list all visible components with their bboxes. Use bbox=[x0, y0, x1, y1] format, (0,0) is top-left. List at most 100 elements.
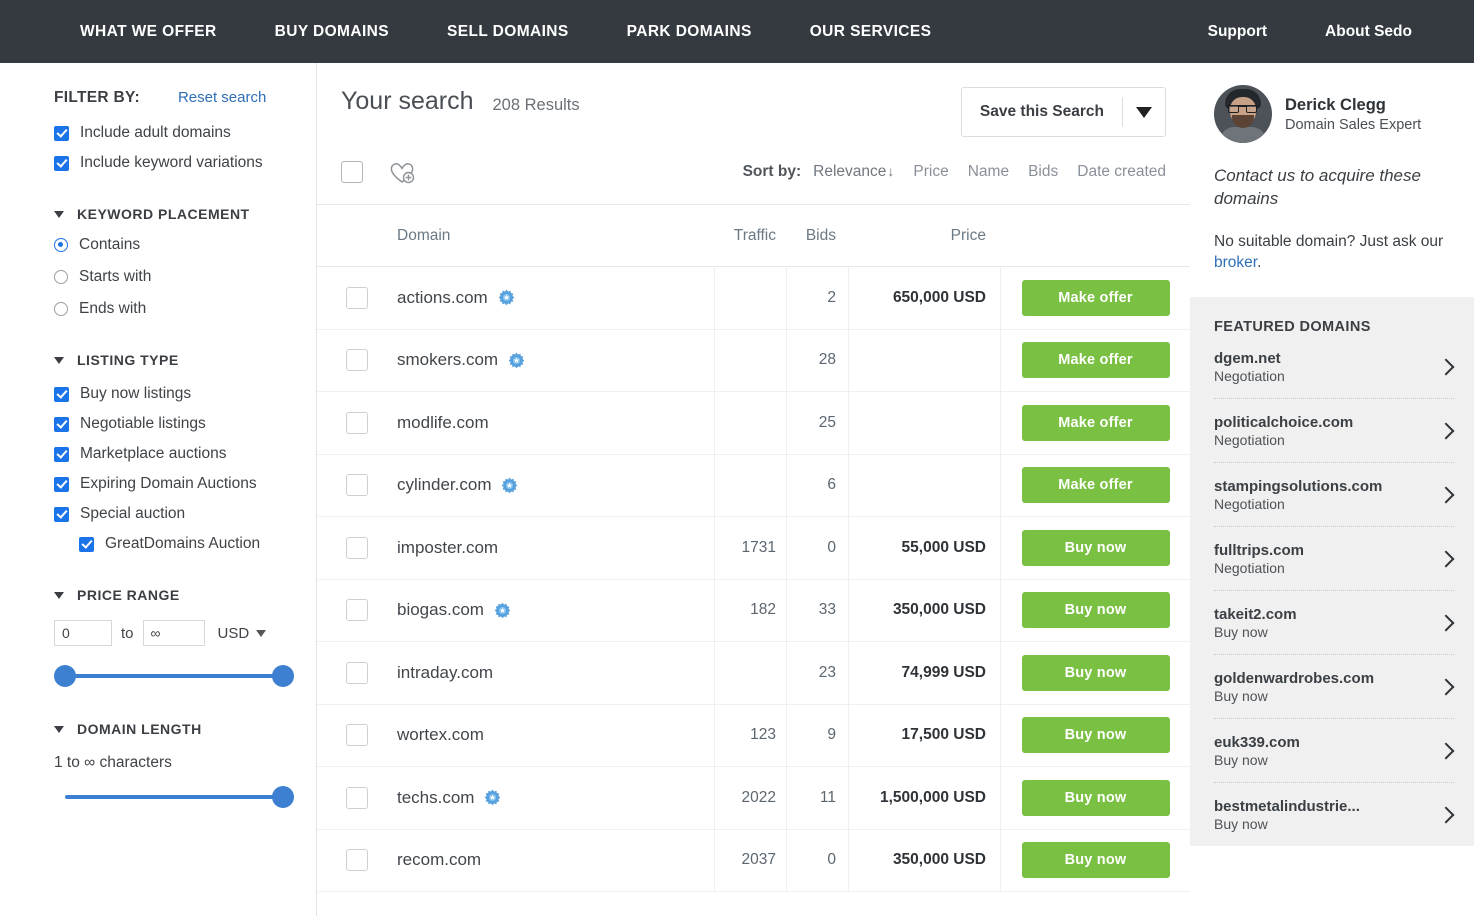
make-offer-button[interactable]: Make offer bbox=[1022, 280, 1170, 316]
buy-now-button[interactable]: Buy now bbox=[1022, 842, 1170, 878]
filter-checkbox-row[interactable]: GreatDomains Auction bbox=[54, 535, 294, 553]
buy-now-button[interactable]: Buy now bbox=[1022, 655, 1170, 691]
domain-name-link[interactable]: smokers.com bbox=[397, 350, 498, 370]
nav-item-3[interactable]: PARK DOMAINS bbox=[598, 23, 781, 41]
chevron-down-icon[interactable] bbox=[54, 592, 64, 599]
keyword-placement-group-header[interactable]: KEYWORD PLACEMENT bbox=[54, 206, 294, 222]
checkbox-checked-icon[interactable] bbox=[54, 507, 69, 522]
domain-length-group-header[interactable]: DOMAIN LENGTH bbox=[54, 721, 294, 737]
checkbox-checked-icon[interactable] bbox=[54, 417, 69, 432]
row-checkbox[interactable] bbox=[346, 787, 368, 809]
row-checkbox[interactable] bbox=[346, 849, 368, 871]
chevron-right-icon[interactable] bbox=[1438, 548, 1454, 570]
row-checkbox[interactable] bbox=[346, 662, 368, 684]
checkbox-checked-icon[interactable] bbox=[54, 387, 69, 402]
table-row[interactable]: techs.com2022111,500,000 USDBuy now bbox=[317, 767, 1190, 830]
sort-option-name[interactable]: Name bbox=[968, 163, 1009, 180]
nav-item-0[interactable]: WHAT WE OFFER bbox=[80, 23, 246, 41]
row-checkbox[interactable] bbox=[346, 349, 368, 371]
save-search-chevron-down-icon[interactable] bbox=[1123, 88, 1165, 136]
domain-name-link[interactable]: actions.com bbox=[397, 288, 488, 308]
filter-checkbox-row[interactable]: Expiring Domain Auctions bbox=[54, 475, 294, 493]
chevron-right-icon[interactable] bbox=[1438, 420, 1454, 442]
table-row[interactable]: cylinder.com6Make offer bbox=[317, 455, 1190, 518]
chevron-right-icon[interactable] bbox=[1438, 676, 1454, 698]
featured-domain-item[interactable]: stampingsolutions.comNegotiation bbox=[1214, 463, 1454, 527]
buy-now-button[interactable]: Buy now bbox=[1022, 530, 1170, 566]
nav-item-2[interactable]: SELL DOMAINS bbox=[418, 23, 598, 41]
keyword-placement-option[interactable]: Ends with bbox=[54, 300, 294, 318]
make-offer-button[interactable]: Make offer bbox=[1022, 342, 1170, 378]
domain-name-link[interactable]: intraday.com bbox=[397, 663, 493, 683]
domain-name-link[interactable]: imposter.com bbox=[397, 538, 498, 558]
checkbox-checked-icon[interactable] bbox=[54, 447, 69, 462]
row-checkbox[interactable] bbox=[346, 724, 368, 746]
chevron-right-icon[interactable] bbox=[1438, 740, 1454, 762]
price-min-input[interactable] bbox=[54, 620, 112, 646]
row-checkbox[interactable] bbox=[346, 287, 368, 309]
table-row[interactable]: biogas.com18233350,000 USDBuy now bbox=[317, 580, 1190, 643]
row-checkbox[interactable] bbox=[346, 474, 368, 496]
buy-now-button[interactable]: Buy now bbox=[1022, 780, 1170, 816]
sort-direction-down-icon[interactable]: ↓ bbox=[887, 163, 894, 179]
featured-domain-item[interactable]: dgem.netNegotiation bbox=[1214, 335, 1454, 399]
table-row[interactable]: imposter.com1731055,000 USDBuy now bbox=[317, 517, 1190, 580]
row-checkbox[interactable] bbox=[346, 537, 368, 559]
make-offer-button[interactable]: Make offer bbox=[1022, 467, 1170, 503]
featured-domain-item[interactable]: politicalchoice.comNegotiation bbox=[1214, 399, 1454, 463]
checkbox-checked-icon[interactable] bbox=[54, 126, 69, 141]
sort-option-price[interactable]: Price bbox=[913, 163, 948, 180]
table-row[interactable]: smokers.com28Make offer bbox=[317, 330, 1190, 393]
domain-name-link[interactable]: techs.com bbox=[397, 788, 474, 808]
nav-right-item-1[interactable]: About Sedo bbox=[1267, 23, 1412, 41]
broker-link[interactable]: broker bbox=[1214, 254, 1257, 271]
price-max-input[interactable] bbox=[143, 620, 205, 646]
row-checkbox[interactable] bbox=[346, 599, 368, 621]
domain-name-link[interactable]: wortex.com bbox=[397, 725, 484, 745]
table-row[interactable]: recom.com20370350,000 USDBuy now bbox=[317, 830, 1190, 893]
sort-option-date-created[interactable]: Date created bbox=[1077, 163, 1166, 180]
chevron-down-icon[interactable] bbox=[54, 211, 64, 218]
table-row[interactable]: intraday.com2374,999 USDBuy now bbox=[317, 642, 1190, 705]
checkbox-checked-icon[interactable] bbox=[79, 537, 94, 552]
chevron-right-icon[interactable] bbox=[1438, 356, 1454, 378]
table-row[interactable]: actions.com2650,000 USDMake offer bbox=[317, 267, 1190, 330]
domain-name-link[interactable]: recom.com bbox=[397, 850, 481, 870]
make-offer-button[interactable]: Make offer bbox=[1022, 405, 1170, 441]
filter-checkbox-row[interactable]: Include keyword variations bbox=[54, 154, 294, 172]
chevron-down-icon[interactable] bbox=[54, 357, 64, 364]
add-to-watchlist-icon[interactable] bbox=[387, 157, 417, 187]
chevron-right-icon[interactable] bbox=[1438, 484, 1454, 506]
featured-domain-item[interactable]: euk339.comBuy now bbox=[1214, 719, 1454, 783]
save-this-search-button[interactable]: Save this Search bbox=[961, 87, 1166, 137]
featured-domain-item[interactable]: takeit2.comBuy now bbox=[1214, 591, 1454, 655]
chevron-right-icon[interactable] bbox=[1438, 804, 1454, 826]
keyword-placement-option[interactable]: Starts with bbox=[54, 268, 294, 286]
radio-unselected-icon[interactable] bbox=[54, 302, 68, 316]
domain-name-link[interactable]: modlife.com bbox=[397, 413, 489, 433]
chevron-down-icon[interactable] bbox=[54, 726, 64, 733]
radio-selected-icon[interactable] bbox=[54, 238, 68, 252]
reset-search-link[interactable]: Reset search bbox=[178, 89, 266, 106]
featured-domain-item[interactable]: bestmetalindustrie...Buy now bbox=[1214, 783, 1454, 846]
domain-name-link[interactable]: cylinder.com bbox=[397, 475, 491, 495]
row-checkbox[interactable] bbox=[346, 412, 368, 434]
filter-checkbox-row[interactable]: Buy now listings bbox=[54, 385, 294, 403]
table-row[interactable]: wortex.com123917,500 USDBuy now bbox=[317, 705, 1190, 768]
buy-now-button[interactable]: Buy now bbox=[1022, 592, 1170, 628]
radio-unselected-icon[interactable] bbox=[54, 270, 68, 284]
domain-length-slider-handle[interactable] bbox=[272, 786, 294, 808]
select-all-checkbox[interactable] bbox=[341, 161, 363, 183]
nav-right-item-0[interactable]: Support bbox=[1150, 23, 1267, 41]
currency-chevron-down-icon[interactable] bbox=[256, 630, 266, 637]
nav-item-4[interactable]: OUR SERVICES bbox=[781, 23, 961, 41]
featured-domain-item[interactable]: goldenwardrobes.comBuy now bbox=[1214, 655, 1454, 719]
keyword-placement-option[interactable]: Contains bbox=[54, 236, 294, 254]
price-slider-min-handle[interactable] bbox=[54, 665, 76, 687]
domain-length-slider[interactable] bbox=[54, 786, 294, 808]
price-slider-max-handle[interactable] bbox=[272, 665, 294, 687]
sort-option-relevance[interactable]: Relevance↓ bbox=[813, 163, 894, 180]
checkbox-checked-icon[interactable] bbox=[54, 477, 69, 492]
sort-option-bids[interactable]: Bids bbox=[1028, 163, 1058, 180]
buy-now-button[interactable]: Buy now bbox=[1022, 717, 1170, 753]
